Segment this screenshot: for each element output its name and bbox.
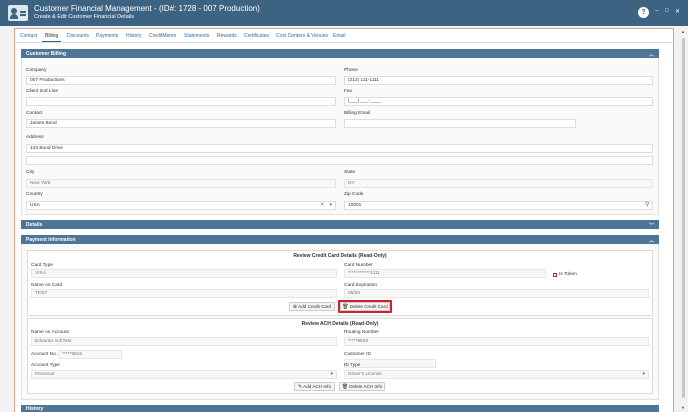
delete-ach-info-button[interactable]: 🗑Delete ACH Info bbox=[339, 382, 385, 391]
chevron-up-icon[interactable]: ︿ bbox=[649, 237, 654, 244]
address-line2-input[interactable] bbox=[26, 156, 653, 165]
id-type-label: ID Type bbox=[344, 363, 361, 368]
zip-code-label: Zip Code bbox=[344, 192, 364, 197]
add-credit-card-button[interactable]: ⊕Add Credit Card bbox=[289, 302, 335, 311]
company-label: Company bbox=[26, 68, 47, 73]
tab-history[interactable]: History bbox=[126, 33, 142, 39]
tab-certificates[interactable]: Certificates bbox=[244, 33, 269, 39]
section-title: Payment Information bbox=[26, 237, 76, 243]
fax-input[interactable]: (___) ___-____ bbox=[344, 97, 653, 106]
section-title: Customer Billing bbox=[26, 51, 67, 57]
tab-rewards[interactable]: Rewards bbox=[217, 33, 237, 39]
is-token-label: Is Token bbox=[559, 272, 577, 277]
close-icon[interactable]: ✕ bbox=[675, 8, 680, 15]
add-ach-info-label: Add ACH Info bbox=[303, 384, 332, 389]
delete-credit-card-button[interactable]: 🗑Delete Credit Card bbox=[340, 302, 390, 311]
delete-credit-card-label: Delete Credit Card bbox=[349, 304, 388, 309]
name-on-card-label: Name on Card bbox=[31, 283, 63, 288]
window-title: Customer Financial Management - (ID#: 17… bbox=[34, 4, 260, 13]
maximize-icon[interactable]: □ bbox=[665, 8, 669, 14]
name-on-account-label: Name on Account bbox=[31, 330, 69, 335]
customer-card-icon bbox=[8, 5, 28, 21]
tab-cost-centers-venues[interactable]: Cost Centers & Venues bbox=[276, 33, 328, 39]
account-no-label: Account No. bbox=[31, 352, 58, 357]
company-input[interactable]: 007 Productions bbox=[26, 76, 336, 85]
tab-statements[interactable]: Statements bbox=[184, 33, 209, 39]
scroll-down-icon[interactable]: ▼ bbox=[681, 405, 685, 410]
clear-icon[interactable]: ✕ bbox=[320, 202, 324, 208]
address-label: Address bbox=[26, 135, 44, 140]
account-type-select: Personal bbox=[31, 370, 337, 379]
tab-contact[interactable]: Contact bbox=[20, 33, 37, 39]
customer-id-label: Customer ID bbox=[344, 352, 371, 357]
name-on-card-input: TEST bbox=[31, 289, 337, 298]
search-icon[interactable]: ⚲ bbox=[645, 201, 649, 208]
trash-icon: 🗑 bbox=[342, 304, 349, 310]
zip-code-input[interactable]: 10001 bbox=[344, 201, 653, 210]
add-credit-card-label: Add Credit Card bbox=[298, 304, 332, 309]
chevron-down-icon[interactable]: ﹀ bbox=[649, 222, 654, 229]
tab-billing[interactable]: Billing bbox=[45, 33, 58, 39]
card-expiration-input: 05/26 bbox=[344, 289, 649, 298]
scroll-up-icon[interactable]: ▲ bbox=[681, 29, 685, 34]
delete-ach-info-label: Delete ACH Info bbox=[349, 384, 383, 389]
card-number-input: ************1111 bbox=[344, 269, 546, 278]
tabs-divider bbox=[15, 42, 673, 43]
add-ach-info-button[interactable]: ✎Add ACH Info bbox=[294, 382, 335, 391]
card-expiration-label: Card Expiration bbox=[344, 283, 378, 288]
billing-email-input[interactable] bbox=[344, 119, 576, 128]
id-type-select: Driver's License bbox=[344, 370, 649, 379]
fax-label: Fax bbox=[344, 89, 352, 94]
plus-circle-icon: ⊕ bbox=[292, 304, 298, 310]
credit-card-panel-title: Review Credit Card Details (Read-Only) bbox=[293, 253, 387, 259]
country-select[interactable]: USA bbox=[26, 201, 336, 210]
section-title: Details bbox=[26, 222, 43, 228]
trash-icon: 🗑 bbox=[341, 384, 349, 390]
account-no-input: *****9615 bbox=[58, 350, 122, 359]
name-on-account-input: Eduardo AchTest bbox=[31, 337, 337, 346]
phone-label: Phone bbox=[344, 68, 358, 73]
country-label: Country bbox=[26, 192, 43, 197]
ach-panel-title: Review ACH Details (Read-Only) bbox=[301, 321, 379, 327]
tab-payments[interactable]: Payments bbox=[96, 33, 118, 39]
tab-email[interactable]: Email bbox=[333, 33, 346, 39]
payment-information-header[interactable]: Payment Information ︿ bbox=[21, 235, 659, 244]
scrollbar-thumb[interactable] bbox=[681, 38, 685, 398]
help-icon[interactable]: ? bbox=[638, 7, 649, 18]
chevron-up-icon[interactable]: ︿ bbox=[649, 51, 654, 58]
minimize-icon[interactable]: – bbox=[655, 8, 658, 14]
state-input[interactable]: NY bbox=[344, 179, 653, 188]
city-label: City bbox=[26, 170, 35, 175]
routing-number-input: *****9629 bbox=[344, 337, 649, 346]
billing-email-label: Billing Email bbox=[344, 111, 371, 116]
section-title: History bbox=[26, 406, 44, 412]
client-2nd-line-label: Client 2nd Line bbox=[26, 89, 59, 94]
routing-number-label: Routing Number bbox=[344, 330, 379, 335]
contact-label: Contact bbox=[26, 111, 43, 116]
window-titlebar: Customer Financial Management - (ID#: 17… bbox=[0, 0, 688, 26]
tab-creditmemo[interactable]: CreditMemo bbox=[149, 33, 176, 39]
state-label: State bbox=[344, 170, 356, 175]
card-number-label: Card Number bbox=[344, 263, 373, 268]
customer-billing-header[interactable]: Customer Billing ︿ bbox=[21, 49, 659, 58]
history-section-header[interactable]: History bbox=[21, 405, 659, 412]
phone-input[interactable]: (212) 111-1111 bbox=[344, 76, 653, 85]
details-header[interactable]: Details ﹀ bbox=[21, 220, 659, 229]
contact-input[interactable]: James Bond bbox=[26, 119, 336, 128]
pencil-icon: ✎ bbox=[297, 384, 303, 390]
tab-discounts[interactable]: Discounts bbox=[67, 33, 89, 39]
window-subtitle: Create & Edit Customer Financial Details bbox=[34, 14, 134, 20]
address-line1-input[interactable]: 123 Bond Drive bbox=[26, 144, 653, 153]
card-type-input: VISA bbox=[31, 269, 337, 278]
card-type-label: Card Type bbox=[31, 263, 54, 268]
city-input[interactable]: New York bbox=[26, 179, 336, 188]
client-2nd-line-input[interactable] bbox=[26, 97, 336, 106]
is-token-checkbox[interactable] bbox=[553, 273, 557, 277]
account-type-label: Account Type bbox=[31, 363, 60, 368]
